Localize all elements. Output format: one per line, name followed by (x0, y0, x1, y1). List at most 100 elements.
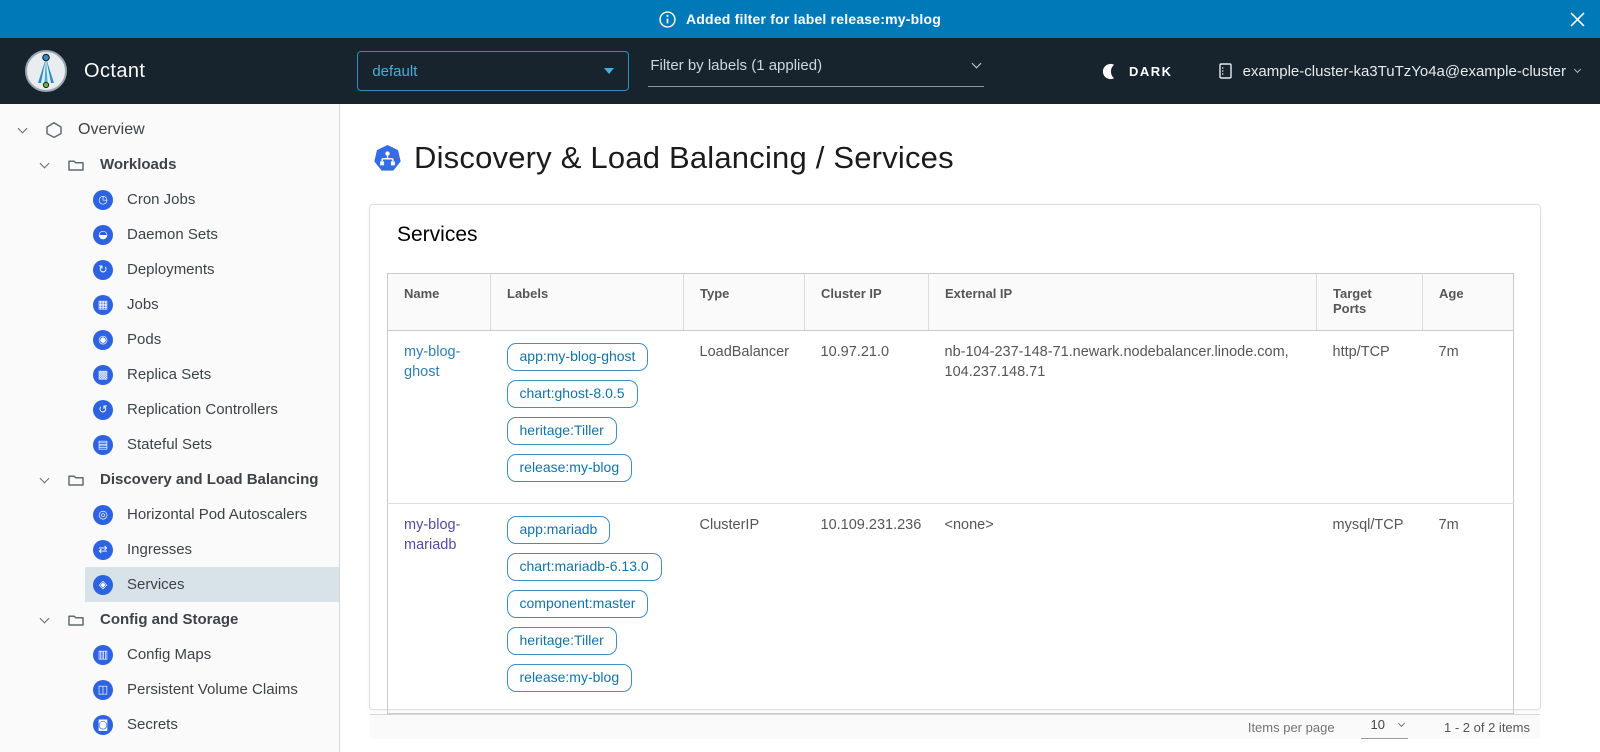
replication-controllers-icon: ↺ (93, 400, 113, 420)
sidebar-item-label: Persistent Volume Claims (127, 681, 298, 698)
sidebar-section-discovery-load-balancing[interactable]: Discovery and Load Balancing (0, 462, 339, 497)
namespace-select[interactable]: default (357, 51, 629, 91)
items-per-page-select[interactable]: 10 (1361, 715, 1408, 739)
sidebar-navigation: Overview Workloads ◷ Cron Jobs ◒ Daemon … (0, 104, 340, 752)
sidebar-item-daemon-sets[interactable]: ◒ Daemon Sets (85, 217, 339, 252)
theme-toggle-label: DARK (1129, 64, 1173, 79)
sidebar-item-label: Secrets (127, 716, 178, 733)
label-filter-text: Filter by labels (1 applied) (650, 57, 822, 74)
card-title: Services (397, 223, 1540, 247)
label-pill[interactable]: heritage:Tiller (507, 627, 617, 655)
sidebar-item-overview[interactable]: Overview (0, 112, 339, 147)
pods-icon: ◉ (93, 330, 113, 350)
sidebar-section-label: Config and Storage (100, 611, 238, 628)
label-pill[interactable]: release:my-blog (507, 454, 633, 482)
sidebar-item-config-maps[interactable]: ▥ Config Maps (85, 637, 339, 672)
label-filter-dropdown[interactable]: Filter by labels (1 applied) (648, 55, 984, 87)
main-content: Discovery & Load Balancing / Services Se… (340, 104, 1600, 752)
sidebar-item-label: Horizontal Pod Autoscalers (127, 506, 307, 523)
pagination-range: 1 - 2 of 2 items (1444, 720, 1530, 735)
sidebar-item-label: Pods (127, 331, 161, 348)
caret-down-icon[interactable] (32, 478, 56, 482)
notification-message: Added filter for label release:my-blog (686, 11, 941, 27)
app-header: Octant default Filter by labels (1 appli… (0, 38, 1600, 104)
services-card: Services Name Labels Type Cluster IP Ext… (369, 204, 1541, 710)
label-pill[interactable]: chart:ghost-8.0.5 (507, 380, 638, 408)
moon-icon (1103, 63, 1120, 80)
pagination-footer: Items per page 10 1 - 2 of 2 items (370, 714, 1540, 739)
sidebar-item-secrets[interactable]: ◙ Secrets (85, 707, 339, 742)
app-branding[interactable]: Octant (24, 49, 145, 93)
label-pill[interactable]: heritage:Tiller (507, 417, 617, 445)
config-maps-icon: ▥ (93, 645, 113, 665)
sidebar-item-horizontal-pod-autoscalers[interactable]: ◎ Horizontal Pod Autoscalers (85, 497, 339, 532)
cell-external-ip: <none> (929, 504, 1317, 714)
horizontal-pod-autoscalers-icon: ◎ (93, 505, 113, 525)
theme-toggle-button[interactable]: DARK (1103, 63, 1173, 80)
sidebar-item-jobs[interactable]: ▦ Jobs (85, 287, 339, 322)
sidebar-item-label: Replication Controllers (127, 401, 278, 418)
service-link[interactable]: my-blog-mariadb (404, 517, 460, 553)
sidebar-item-cron-jobs[interactable]: ◷ Cron Jobs (85, 182, 339, 217)
cell-cluster-ip: 10.97.21.0 (805, 331, 929, 504)
cell-external-ip: nb-104-237-148-71.newark.nodebalancer.li… (929, 331, 1317, 504)
secrets-icon: ◙ (93, 715, 113, 735)
folder-icon (64, 156, 88, 174)
sidebar-item-replication-controllers[interactable]: ↺ Replication Controllers (85, 392, 339, 427)
sidebar-item-label: Services (127, 576, 185, 593)
page-title-block: Discovery & Load Balancing / Services (373, 140, 1600, 176)
label-pill[interactable]: chart:mariadb-6.13.0 (507, 553, 662, 581)
sidebar-item-label: Jobs (127, 296, 159, 313)
sidebar-item-deployments[interactable]: ↻ Deployments (85, 252, 339, 287)
label-pill[interactable]: app:my-blog-ghost (507, 343, 649, 371)
caret-down-icon[interactable] (32, 163, 56, 167)
services-icon: ◈ (93, 575, 113, 595)
sidebar-item-label: Overview (78, 121, 145, 139)
info-icon (659, 11, 676, 28)
chevron-down-icon (972, 59, 982, 69)
label-pill[interactable]: app:mariadb (507, 516, 611, 544)
sidebar-item-label: Stateful Sets (127, 436, 212, 453)
folder-icon (64, 471, 88, 489)
items-per-page-label: Items per page (1248, 720, 1335, 735)
sidebar-section-label: Workloads (100, 156, 176, 173)
deployments-icon: ↻ (93, 260, 113, 280)
sidebar-section-config-and-storage[interactable]: Config and Storage (0, 602, 339, 637)
folder-icon (64, 611, 88, 629)
sidebar-section-workloads[interactable]: Workloads (0, 147, 339, 182)
dropdown-arrow-icon (604, 68, 614, 74)
sidebar-item-pods[interactable]: ◉ Pods (85, 322, 339, 357)
column-header-type: Type (684, 274, 805, 331)
cluster-icon (1217, 62, 1234, 80)
label-pill[interactable]: component:master (507, 590, 649, 618)
cell-cluster-ip: 10.109.231.236 (805, 504, 929, 714)
header-actions: DARK example-cluster-ka3TuTzYo4a@example… (1103, 62, 1580, 80)
column-header-cluster-ip: Cluster IP (805, 274, 929, 331)
chevron-down-icon (1574, 66, 1581, 73)
cluster-context-selector[interactable]: example-cluster-ka3TuTzYo4a@example-clus… (1217, 62, 1580, 80)
sidebar-item-label: Deployments (127, 261, 215, 278)
cell-target-ports: mysql/TCP (1317, 504, 1423, 714)
sidebar-item-ingresses[interactable]: ⇄ Ingresses (85, 532, 339, 567)
sidebar-item-label: Daemon Sets (127, 226, 218, 243)
sidebar-item-persistent-volume-claims[interactable]: ◫ Persistent Volume Claims (85, 672, 339, 707)
caret-down-icon[interactable] (32, 618, 56, 622)
sidebar-item-replica-sets[interactable]: ▩ Replica Sets (85, 357, 339, 392)
notification-bar: Added filter for label release:my-blog (0, 0, 1600, 38)
cron-jobs-icon: ◷ (93, 190, 113, 210)
sidebar-section-label: Discovery and Load Balancing (100, 471, 318, 488)
close-icon[interactable] (1568, 10, 1586, 28)
sidebar-item-label: Cron Jobs (127, 191, 195, 208)
sidebar-item-stateful-sets[interactable]: ▤ Stateful Sets (85, 427, 339, 462)
column-header-labels: Labels (491, 274, 684, 331)
caret-down-icon[interactable] (10, 128, 34, 132)
app-title: Octant (84, 60, 145, 83)
sidebar-item-label: Config Maps (127, 646, 211, 663)
column-header-name: Name (388, 274, 491, 331)
ingresses-icon: ⇄ (93, 540, 113, 560)
label-pill[interactable]: release:my-blog (507, 664, 633, 692)
cell-age: 7m (1423, 504, 1514, 714)
chevron-down-icon (1398, 720, 1405, 727)
sidebar-item-services[interactable]: ◈ Services (85, 567, 339, 602)
service-link[interactable]: my-blog-ghost (404, 344, 460, 380)
